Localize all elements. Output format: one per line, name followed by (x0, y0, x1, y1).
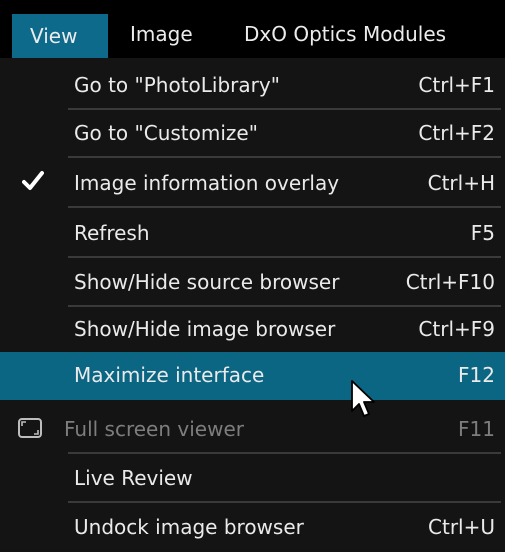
checkmark-icon (22, 171, 44, 190)
menu-item-go-to-photolibrary[interactable]: Go to "PhotoLibrary" Ctrl+F1 (0, 62, 505, 110)
menu-item-label: Go to "PhotoLibrary" (74, 73, 280, 97)
menu-image[interactable]: Image (130, 12, 193, 56)
menu-item-shortcut: Ctrl+F1 (418, 73, 495, 97)
menu-item-shortcut: F5 (470, 221, 495, 245)
menu-item-live-review[interactable]: Live Review (0, 455, 505, 503)
menu-item-shortcut: F12 (458, 363, 495, 387)
menu-item-maximize-interface[interactable]: Maximize interface F12 (0, 352, 505, 400)
menu-item-label: Show/Hide source browser (74, 270, 340, 294)
menu-bar: View Image DxO Optics Modules (0, 0, 505, 59)
menu-item-full-screen-viewer[interactable]: Full screen viewer F11 (0, 406, 505, 454)
menu-separator (68, 206, 501, 208)
menu-separator (68, 398, 501, 400)
menu-item-shortcut: Ctrl+F10 (405, 270, 495, 294)
menu-item-label: Full screen viewer (64, 417, 244, 441)
menu-item-label: Image information overlay (74, 171, 340, 195)
menu-view-label: View (30, 24, 78, 48)
menu-item-shortcut: Ctrl+U (428, 515, 495, 539)
menu-item-shortcut: Ctrl+F2 (418, 121, 495, 145)
menu-item-label: Show/Hide image browser (74, 317, 336, 341)
menu-item-undock-image-browser[interactable]: Undock image browser Ctrl+U (0, 504, 505, 552)
menu-view[interactable]: View (12, 14, 108, 58)
full-screen-icon (18, 418, 42, 438)
menu-item-shortcut: F11 (458, 417, 495, 441)
view-menu-dropdown: Go to "PhotoLibrary" Ctrl+F1 Go to "Cust… (0, 58, 505, 549)
menu-item-shortcut: Ctrl+H (427, 171, 495, 195)
menu-item-go-to-customize[interactable]: Go to "Customize" Ctrl+F2 (0, 110, 505, 158)
menu-dxo-optics-modules[interactable]: DxO Optics Modules (244, 12, 446, 56)
menu-item-label: Maximize interface (74, 363, 265, 387)
menu-separator (68, 156, 501, 158)
menu-separator (68, 501, 501, 503)
menu-separator (68, 256, 501, 258)
menu-item-show-hide-source-browser[interactable]: Show/Hide source browser Ctrl+F10 (0, 259, 505, 307)
menu-item-label: Undock image browser (74, 515, 304, 539)
menu-item-image-information-overlay[interactable]: Image information overlay Ctrl+H (0, 160, 505, 208)
menu-dxo-optics-modules-label: DxO Optics Modules (244, 22, 447, 46)
menu-image-label: Image (130, 22, 193, 46)
menu-item-label: Go to "Customize" (74, 121, 258, 145)
menu-item-refresh[interactable]: Refresh F5 (0, 210, 505, 258)
menu-separator (68, 452, 501, 454)
menu-item-label: Refresh (74, 221, 150, 245)
menu-item-show-hide-image-browser[interactable]: Show/Hide image browser Ctrl+F9 (0, 306, 505, 354)
menu-item-label: Live Review (74, 466, 193, 490)
menu-item-shortcut: Ctrl+F9 (418, 317, 495, 341)
mouse-pointer-icon (351, 380, 375, 417)
